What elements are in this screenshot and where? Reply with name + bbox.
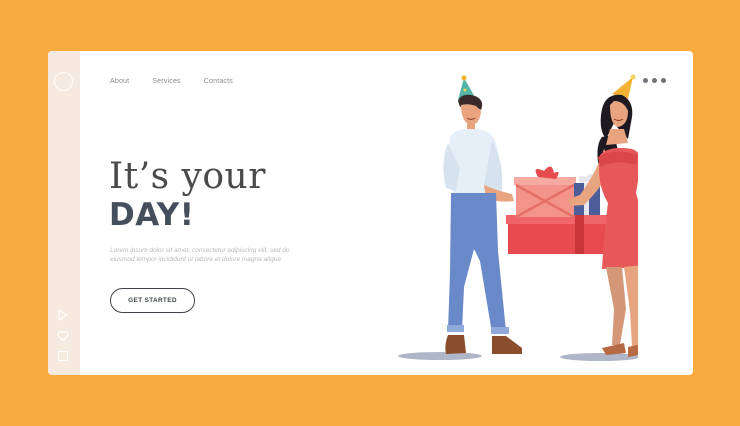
logo-circle-icon[interactable] bbox=[54, 72, 73, 91]
more-dots-icon[interactable] bbox=[643, 78, 666, 83]
hero-title-line1: It’s your bbox=[109, 156, 266, 197]
play-icon[interactable] bbox=[57, 309, 69, 321]
hero-title-line2: DAY! bbox=[109, 197, 195, 233]
man-giving-gifts-to-woman-illustration bbox=[398, 74, 638, 361]
heart-icon[interactable] bbox=[57, 330, 69, 342]
square-icon[interactable] bbox=[57, 350, 69, 362]
top-nav: About Services Contacts bbox=[110, 78, 233, 85]
nav-contacts[interactable]: Contacts bbox=[204, 78, 233, 85]
landing-card: About Services Contacts It’s your DAY! L… bbox=[48, 51, 693, 375]
nav-about[interactable]: About bbox=[110, 78, 129, 85]
sidebar bbox=[48, 51, 80, 375]
get-started-button[interactable]: GET STARTED bbox=[110, 288, 195, 313]
nav-services[interactable]: Services bbox=[152, 78, 180, 85]
hero-description: Lorem ipsum dolor sit amet, consectetur … bbox=[110, 247, 290, 263]
